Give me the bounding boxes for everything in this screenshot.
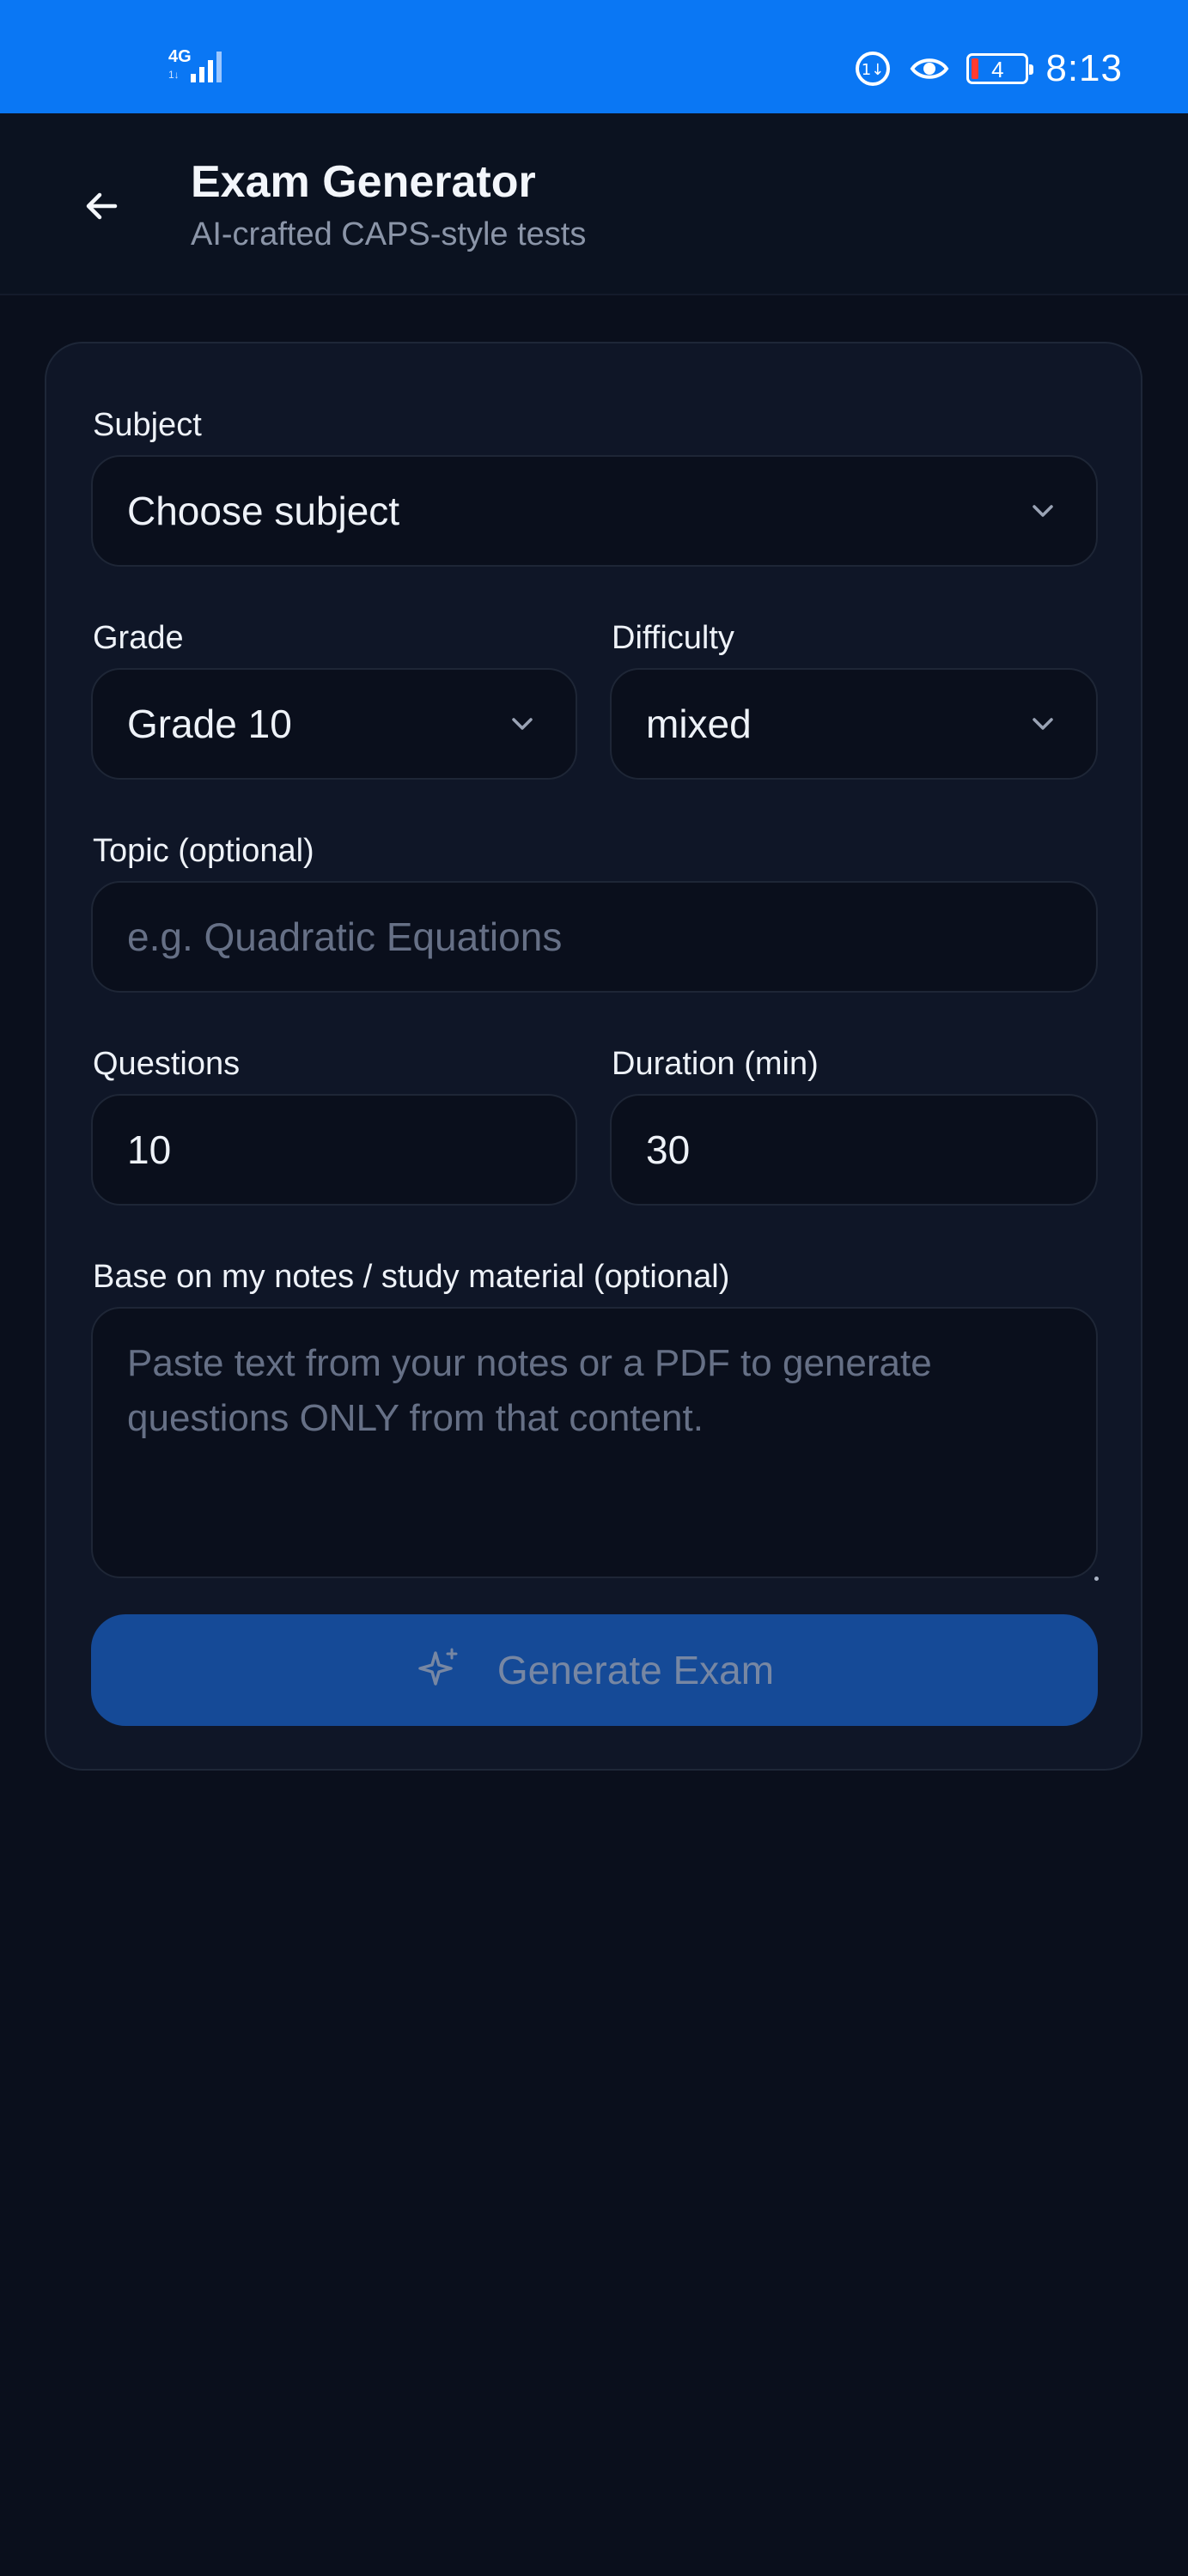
duration-value: 30: [646, 1127, 691, 1172]
generate-exam-button[interactable]: Generate Exam: [91, 1614, 1098, 1726]
clock: 8:13: [1045, 47, 1123, 89]
questions-input[interactable]: 10: [91, 1094, 577, 1206]
notes-textarea[interactable]: Paste text from your notes or a PDF to g…: [91, 1307, 1098, 1578]
subject-value: Choose subject: [127, 489, 400, 533]
questions-value: 10: [127, 1127, 172, 1172]
generate-exam-label: Generate Exam: [497, 1648, 775, 1692]
difficulty-select[interactable]: mixed: [610, 668, 1098, 780]
chevron-down-icon: [512, 718, 533, 730]
svg-text:1↓: 1↓: [862, 61, 885, 79]
signal-icon: [191, 52, 222, 82]
grade-label: Grade: [93, 620, 184, 656]
network-activity: 1↓: [168, 69, 180, 81]
network-type: 4G: [168, 47, 192, 66]
status-bar: 4G 1↓ 1↓ 4 8:13: [0, 0, 1188, 113]
page-title: Exam Generator: [191, 157, 536, 207]
sparkle-icon: [418, 1648, 458, 1686]
topic-placeholder: e.g. Quadratic Equations: [127, 914, 563, 959]
back-button[interactable]: [77, 182, 125, 230]
exam-form-card: Subject Choose subject Grade Grade 10 Di…: [45, 342, 1142, 1771]
questions-label: Questions: [93, 1046, 241, 1082]
data-saver-icon: 1↓: [856, 52, 891, 86]
subject-select[interactable]: Choose subject: [91, 455, 1098, 567]
duration-label: Duration (min): [612, 1046, 819, 1082]
resize-handle[interactable]: [1094, 1577, 1099, 1581]
chevron-down-icon: [1033, 718, 1053, 730]
battery-level: 4: [991, 57, 1004, 82]
eye-icon: [910, 58, 949, 79]
chevron-down-icon: [1033, 505, 1053, 517]
topic-label: Topic (optional): [93, 833, 314, 869]
battery-icon: 4: [966, 53, 1034, 84]
difficulty-label: Difficulty: [612, 620, 734, 656]
difficulty-value: mixed: [646, 702, 752, 746]
notes-label: Base on my notes / study material (optio…: [93, 1259, 730, 1295]
subject-label: Subject: [93, 407, 202, 443]
app-header: Exam Generator AI-crafted CAPS-style tes…: [0, 113, 1188, 295]
grade-select[interactable]: Grade 10: [91, 668, 577, 780]
topic-input[interactable]: e.g. Quadratic Equations: [91, 881, 1098, 993]
grade-value: Grade 10: [127, 702, 292, 746]
duration-input[interactable]: 30: [610, 1094, 1098, 1206]
page-subtitle: AI-crafted CAPS-style tests: [191, 216, 587, 252]
notes-placeholder: Paste text from your notes or a PDF to g…: [127, 1342, 932, 1439]
arrow-left-icon: [86, 192, 118, 220]
